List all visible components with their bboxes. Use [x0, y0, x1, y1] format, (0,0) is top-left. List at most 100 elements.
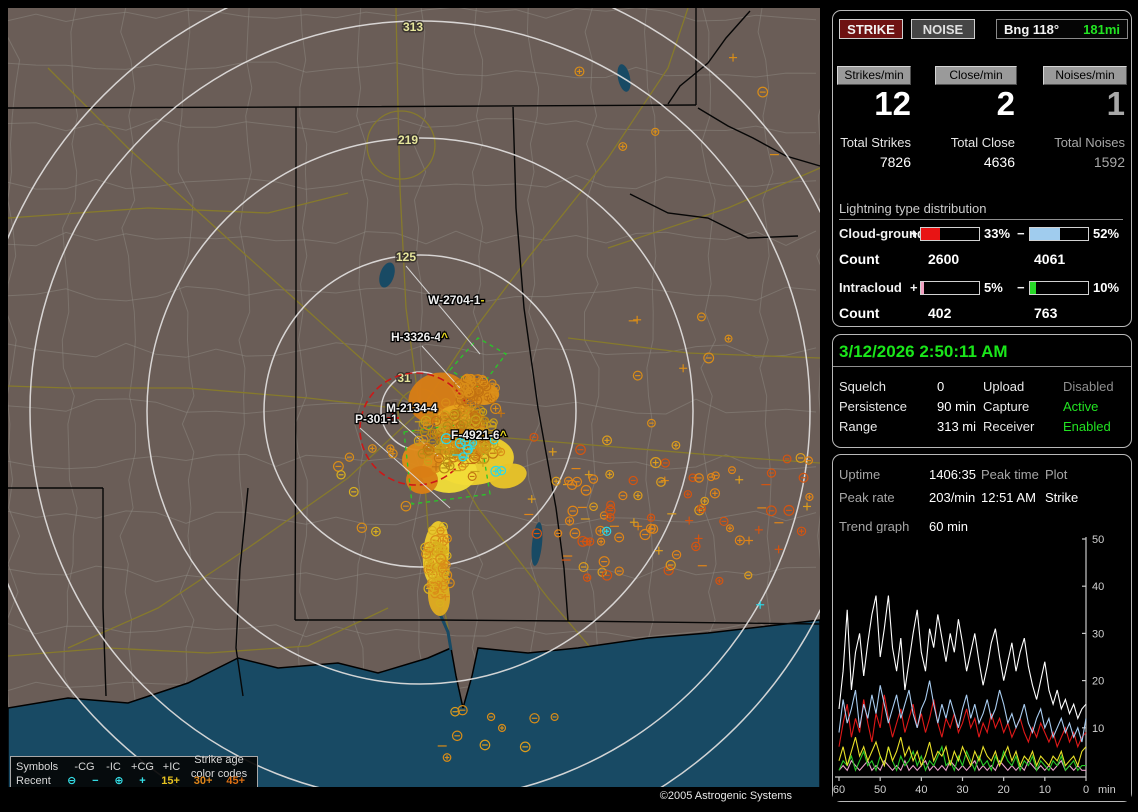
setting-value: Disabled	[1063, 379, 1114, 394]
total-strikes-value: 7826	[879, 154, 911, 170]
legend-row-label: Recent	[16, 775, 51, 787]
trend-y-tick: 10	[1092, 723, 1104, 735]
trend-y-tick: 40	[1092, 581, 1104, 593]
close-per-min-value: 2	[996, 85, 1015, 122]
peak-time-label: Peak time	[981, 467, 1039, 482]
datetime-display: 3/12/2026 2:50:11 AM	[839, 342, 1008, 361]
noises-per-min-value: 1	[1106, 85, 1125, 122]
plot-value: Strike	[1045, 490, 1079, 505]
cg-plus-pct: 33%	[984, 226, 1011, 241]
ic-plus-bar	[920, 281, 980, 295]
setting-label: Receiver	[983, 419, 1035, 434]
intracloud-label: Intracloud	[839, 280, 902, 295]
cg-plus-count: 2600	[928, 251, 960, 267]
ic-minus-bar	[1029, 281, 1089, 295]
legend-col-neg-cg: -CG	[74, 761, 95, 773]
range-ring-label: 125	[396, 250, 416, 264]
lightning-map[interactable]: 313 219 125 31 W-2704-1- H-3326-4^ M-2134-4 P-3…	[8, 8, 820, 804]
trend-x-tick: 40	[915, 784, 927, 796]
cg-plus-sign: +	[910, 226, 918, 241]
setting-value: 0	[937, 379, 945, 394]
trend-y-tick: 20	[1092, 676, 1104, 688]
noise-button[interactable]: NOISE	[911, 19, 975, 39]
cg-count-label: Count	[839, 251, 880, 267]
ic-plus-sign: +	[910, 280, 918, 295]
nexstorm-app: 313 219 125 31 W-2704-1- H-3326-4^ M-2134-4 P-3…	[0, 0, 1138, 812]
setting-value: 90 min	[937, 399, 977, 414]
total-strikes-label: Total Strikes	[840, 135, 911, 150]
cg-minus-pct: 52%	[1093, 226, 1120, 241]
cg-plus-bar	[920, 227, 980, 241]
map-bottom-bar: ©2005 Astrogenic Systems	[8, 787, 820, 804]
range-ring-label: 219	[398, 133, 418, 147]
ic-plus-pct: 5%	[984, 280, 1003, 295]
plot-label: Plot	[1045, 467, 1068, 482]
distribution-title: Lightning type distribution	[839, 201, 1123, 220]
close-per-min-chip: Close/min	[935, 66, 1017, 85]
trend-x-tick: 50	[874, 784, 886, 796]
cg-minus-bar	[1029, 227, 1089, 241]
total-noises-label: Total Noises	[1054, 135, 1125, 150]
storm-cell-label: W-2704-1-	[428, 293, 484, 307]
ic-minus-count: 763	[1034, 305, 1058, 321]
ic-minus-sign: −	[1017, 280, 1025, 295]
bearing-label: Bng 118°	[1004, 21, 1060, 37]
trend-graph-value: 60 min	[929, 519, 969, 534]
trend-y-tick: 30	[1092, 628, 1104, 640]
storm-cell-label: F-4921-6^	[451, 428, 507, 442]
strike-button[interactable]: STRIKE	[839, 19, 903, 39]
legend-symbol-icon: ⊕	[114, 775, 124, 787]
legend-header-row: Symbols -CG -IC +CG +IC Strike age color…	[16, 754, 252, 780]
strikes-per-min-chip: Strikes/min	[837, 66, 911, 85]
copyright-text: ©2005 Astrogenic Systems	[659, 789, 792, 802]
status-panel: 3/12/2026 2:50:11 AM Squelch 0 Upload Disab…	[832, 334, 1132, 448]
legend-col-pos-ic: +IC	[162, 761, 181, 773]
ic-plus-count: 402	[928, 305, 952, 321]
trend-x-tick: 20	[998, 784, 1010, 796]
trend-x-tick: 0	[1083, 784, 1089, 796]
cg-minus-sign: −	[1017, 226, 1025, 241]
noises-per-min-chip: Noises/min	[1043, 66, 1127, 85]
legend-col-neg-ic: -IC	[106, 761, 121, 773]
trend-x-tick: 30	[956, 784, 968, 796]
trend-graph: 50 40 30 20 10 60 50 40 30 20 10 0 min	[833, 533, 1131, 801]
ic-count-label: Count	[839, 305, 880, 321]
trend-x-unit: min	[1098, 784, 1116, 796]
bearing-box: Bng 118° 181mi	[996, 19, 1128, 39]
storm-cell-label: P-301-1	[355, 412, 398, 426]
legend-symbol-icon: ⊖	[67, 775, 77, 787]
legend-symbol-icon: +	[139, 775, 146, 787]
legend-age-code: 30+	[193, 775, 213, 787]
storm-cell-label: H-3326-4^	[391, 330, 448, 344]
strike-stats-panel: STRIKE NOISE Bng 118° 181mi Strikes/min …	[832, 10, 1132, 327]
setting-value: Enabled	[1063, 419, 1111, 434]
trend-panel: Uptime 1406:35 Peak time Plot Peak rate …	[832, 454, 1132, 802]
range-ring-label: 313	[403, 20, 423, 34]
trend-graph-label: Trend graph	[839, 519, 910, 534]
legend-row: Recent ⊖ − ⊕ +15+ 30+ 45+	[16, 774, 252, 788]
legend-age-code: 15+	[161, 775, 180, 787]
peak-time-value: 12:51 AM	[981, 490, 1036, 505]
uptime-value: 1406:35	[929, 467, 976, 482]
legend-symbols-title: Symbols	[16, 761, 59, 773]
trend-y-tick: 50	[1092, 534, 1104, 546]
cg-minus-count: 4061	[1034, 251, 1066, 267]
datetime-rule	[833, 366, 1131, 367]
peak-rate-label: Peak rate	[839, 490, 895, 505]
bearing-distance: 181mi	[1083, 21, 1120, 37]
setting-label: Range	[839, 419, 878, 434]
setting-value: 313 mi	[937, 419, 977, 434]
map-canvas[interactable]: 31321912531W-2704-1-H-3326-4^M-2134-4P-3…	[8, 8, 820, 804]
trend-x-tick: 60	[833, 784, 845, 796]
legend-age-code: 45+	[226, 775, 246, 787]
ic-minus-pct: 10%	[1093, 280, 1120, 295]
trend-x-tick: 10	[1039, 784, 1051, 796]
strikes-per-min-value: 12	[874, 85, 911, 122]
setting-label: Upload	[983, 379, 1025, 394]
setting-label: Capture	[983, 399, 1030, 414]
peak-rate-value: 203/min	[929, 490, 976, 505]
uptime-label: Uptime	[839, 467, 881, 482]
legend-symbol-icon: −	[92, 775, 99, 787]
legend-col-pos-cg: +CG	[131, 761, 154, 773]
total-close-value: 4636	[983, 154, 1015, 170]
